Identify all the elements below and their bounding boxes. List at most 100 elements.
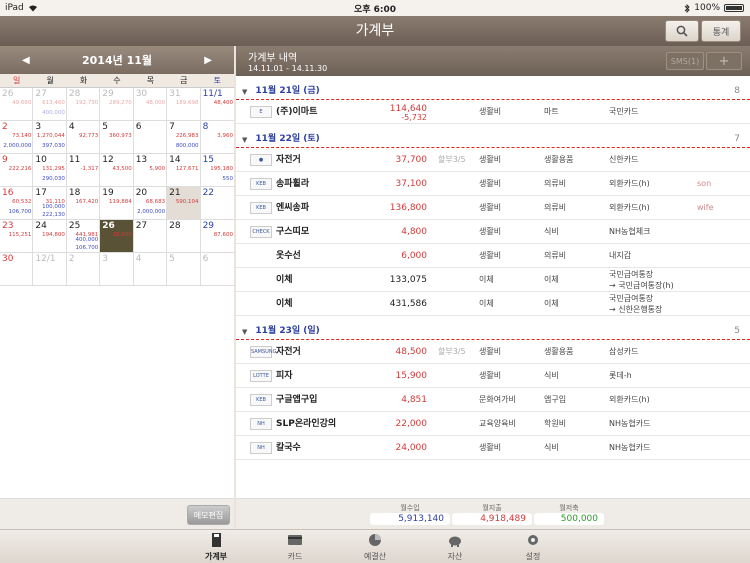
day-number: 13	[135, 155, 148, 165]
calendar-day[interactable]: 12/1	[33, 253, 67, 286]
entry-subcategory: 생활용품	[544, 347, 574, 356]
entry-subcategory: 마트	[544, 107, 559, 116]
calendar-day[interactable]: 26 18,000	[100, 220, 134, 253]
search-button[interactable]	[665, 20, 699, 42]
day-group-header[interactable]: ▼ 11월 21일 (금) 8	[236, 76, 750, 100]
day-number: 30	[135, 89, 148, 99]
entry-name: 피자	[276, 371, 293, 381]
entry-amount: 37,100	[395, 179, 428, 189]
tab-ledger[interactable]: 가계부	[186, 532, 246, 562]
ledger-title: 가계부 내역	[248, 53, 298, 64]
ledger-row[interactable]: KEB 구글앱구입 4,851 문화여가비 앱구입 외환카드(h)	[236, 388, 750, 412]
calendar-day[interactable]: 3	[100, 253, 134, 286]
tab-label: 가계부	[204, 552, 228, 561]
calendar-day[interactable]: 12 43,500	[100, 154, 134, 187]
entry-payment: 외환카드(h)	[609, 395, 650, 404]
entry-subcategory: 앱구입	[544, 395, 567, 404]
ledger-row[interactable]: KEB 엔씨송파 136,800 생활비 의류비 외환카드(h) wife	[236, 196, 750, 220]
ledger-row[interactable]: SAMSUNG 자전거 48,500 할부3/5 생활비 생활용품 삼성카드	[236, 340, 750, 364]
calendar-day[interactable]: 5 360,973	[100, 121, 134, 154]
entry-subcategory: 이체	[544, 275, 559, 284]
stats-button[interactable]: 통계	[701, 20, 741, 42]
ledger-row[interactable]: ● 자전거 37,700 할부3/5 생활비 생활용품 신한카드	[236, 148, 750, 172]
calendar-day[interactable]: 19 119,884	[100, 187, 134, 220]
calendar-day[interactable]: 20 68,683 2,000,000	[133, 187, 168, 220]
ledger-row[interactable]: 옷수선 6,000 생활비 의류비 내지갑	[236, 244, 750, 268]
calendar-day[interactable]: 13 5,900	[133, 154, 168, 187]
calendar-day[interactable]: 6	[133, 121, 168, 154]
calendar-day[interactable]: 9 222,216	[0, 154, 34, 187]
day-group-header[interactable]: ▼ 11월 23일 (일) 5	[236, 316, 750, 340]
calendar-day[interactable]: 4 92,773	[66, 121, 101, 154]
calendar-day[interactable]: 23 115,251	[0, 220, 34, 253]
calendar-day[interactable]: 2 73,140 2,000,000	[0, 121, 34, 154]
ledger-row[interactable]: 이체 133,075 이체 이체 국민급여통장 → 국민급여통장(h)	[236, 268, 750, 292]
entry-subcategory: 생활용품	[544, 155, 574, 164]
prev-month-icon[interactable]: ◀	[22, 55, 30, 66]
add-entry-button[interactable]: +	[706, 52, 742, 70]
calendar-day[interactable]: 18 167,420	[66, 187, 101, 220]
day-number: 11/1	[202, 89, 223, 99]
ledger-row[interactable]: KEB 송파휠라 37,100 생활비 의류비 외환카드(h) son	[236, 172, 750, 196]
calendar-day[interactable]: 5	[167, 253, 201, 286]
calendar-day[interactable]: 27 613,460 400,000	[33, 88, 67, 121]
calendar-day[interactable]: 30 48,000	[133, 88, 168, 121]
transfer-to: → 국민급여통장(h)	[609, 281, 674, 290]
calendar-day[interactable]: 29 289,270	[100, 88, 134, 121]
calendar-day[interactable]: 24 194,800	[33, 220, 67, 253]
card-logo-icon: E	[250, 106, 272, 118]
tab-budget[interactable]: 예결산	[345, 532, 405, 562]
calendar-day[interactable]: 21 590,104	[167, 187, 201, 220]
tab-label: 설정	[525, 552, 541, 561]
day-number: 29	[202, 221, 215, 231]
card-icon	[288, 535, 302, 545]
next-month-icon[interactable]: ▶	[204, 55, 212, 66]
ledger-row[interactable]: E (주)이마트 114,640 -5,732 생활비 마트 국민카드	[236, 100, 750, 124]
calendar-day[interactable]: 7 226,983 800,000	[167, 121, 201, 154]
calendar-day[interactable]: 14 127,671	[167, 154, 201, 187]
day-expense: 167,420	[75, 199, 99, 205]
day-expense: 18,000	[112, 232, 132, 238]
calendar-day[interactable]: 8 3,960	[200, 121, 234, 154]
calendar-day[interactable]: 16 60,532 106,700	[0, 187, 34, 220]
tab-settings[interactable]: 설정	[503, 532, 563, 562]
ledger-row[interactable]: CHECK 구스띠모 4,800 생활비 식비 NH농협체크	[236, 220, 750, 244]
calendar-day[interactable]: 29 87,600	[200, 220, 234, 253]
memo-edit-button[interactable]: 메모편집	[187, 505, 230, 525]
tab-card[interactable]: 카드	[265, 532, 325, 562]
day-number: 15	[202, 155, 215, 165]
calendar-day[interactable]: 26 49,660	[0, 88, 34, 121]
calendar-day[interactable]: 3 1,270,044 397,030	[33, 121, 67, 154]
sms-button[interactable]: SMS(1)	[666, 52, 704, 70]
calendar-day[interactable]: 25 441,981 400,000 106,700	[66, 220, 101, 253]
calendar-day[interactable]: 6	[200, 253, 234, 286]
calendar-day[interactable]: 28 192,730	[66, 88, 101, 121]
calendar-day[interactable]: 2	[66, 253, 101, 286]
calendar-day[interactable]: 17 31,110 100,000 222,130	[33, 187, 67, 220]
ledger-row[interactable]: NH SLP온라인강의 22,000 교육양육비 학원비 NH농협카드	[236, 412, 750, 436]
day-number: 26	[102, 221, 115, 231]
saving-label: 월저축	[559, 504, 579, 512]
calendar-day[interactable]: 15 195,180 550	[200, 154, 234, 187]
day-expense: 192,730	[75, 100, 99, 106]
calendar-day[interactable]: 30	[0, 253, 34, 286]
day-number: 22	[202, 188, 215, 198]
calendar-day[interactable]: 10 131,295 290,030	[33, 154, 67, 187]
calendar-day[interactable]: 28	[167, 220, 201, 253]
calendar-day[interactable]: 4	[133, 253, 168, 286]
calendar-day[interactable]: 31 189,698	[167, 88, 201, 121]
entry-name: 자전거	[276, 347, 301, 357]
calendar-day[interactable]: 11/1 48,400	[200, 88, 234, 121]
ledger-row[interactable]: NH 칼국수 24,000 생활비 식비 NH농협카드	[236, 436, 750, 460]
calendar-day[interactable]: 11 -1,317	[66, 154, 101, 187]
calendar-day[interactable]: 22	[200, 187, 234, 220]
calendar-day[interactable]: 27	[133, 220, 168, 253]
day-group-header[interactable]: ▼ 11월 22일 (토) 7	[236, 124, 750, 148]
entry-subcategory: 학원비	[544, 419, 567, 428]
day-expense: 195,180	[210, 166, 233, 172]
day-number: 2	[2, 122, 8, 132]
day-group-date: 11월 21일 (금)	[255, 86, 320, 96]
tab-assets[interactable]: 자산	[425, 532, 485, 562]
ledger-row[interactable]: LOTTE 피자 15,900 생활비 식비 롯데-h	[236, 364, 750, 388]
ledger-row[interactable]: 이체 431,586 이체 이체 국민급여통장 → 신한은행통장	[236, 292, 750, 316]
